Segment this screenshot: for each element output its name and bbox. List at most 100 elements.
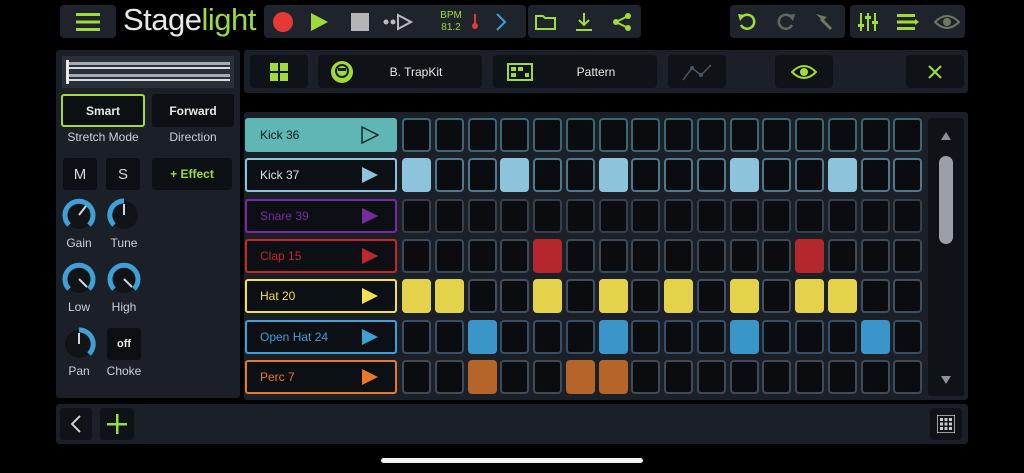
- step-cell[interactable]: [795, 319, 824, 354]
- step-cell[interactable]: [762, 158, 792, 193]
- step-cell[interactable]: [664, 158, 693, 193]
- step-cell[interactable]: [729, 158, 759, 193]
- step-cell[interactable]: [533, 279, 562, 314]
- add-effect-button[interactable]: + Effect: [152, 158, 232, 190]
- step-cell[interactable]: [860, 198, 890, 233]
- step-cell[interactable]: [664, 359, 693, 394]
- step-cell[interactable]: [434, 319, 464, 354]
- step-cell[interactable]: [402, 198, 431, 233]
- close-button[interactable]: [906, 55, 964, 88]
- menu-button[interactable]: [60, 5, 116, 38]
- step-cell[interactable]: [893, 319, 923, 354]
- step-cell[interactable]: [729, 118, 759, 152]
- step-cell[interactable]: [434, 198, 464, 233]
- step-cell[interactable]: [827, 238, 857, 273]
- step-cell[interactable]: [402, 279, 431, 314]
- step-cell[interactable]: [533, 118, 562, 152]
- step-cell[interactable]: [500, 158, 530, 193]
- step-cell[interactable]: [664, 279, 693, 314]
- track-button[interactable]: Kick 36: [245, 118, 397, 152]
- step-cell[interactable]: [762, 198, 792, 233]
- step-cell[interactable]: [893, 198, 923, 233]
- mute-button[interactable]: M: [63, 158, 97, 190]
- step-cell[interactable]: [631, 198, 661, 233]
- step-cell[interactable]: [565, 198, 595, 233]
- step-cell[interactable]: [598, 158, 628, 193]
- step-cell[interactable]: [467, 359, 497, 394]
- play-button[interactable]: [306, 9, 332, 35]
- step-cell[interactable]: [762, 359, 792, 394]
- step-cell[interactable]: [631, 158, 661, 193]
- step-cell[interactable]: [795, 279, 824, 314]
- share-button[interactable]: [608, 9, 636, 35]
- scroll-thumb[interactable]: [939, 156, 953, 244]
- step-cell[interactable]: [664, 198, 693, 233]
- open-folder-button[interactable]: [532, 9, 560, 35]
- step-cell[interactable]: [434, 359, 464, 394]
- keypad-button[interactable]: [930, 408, 962, 440]
- step-cell[interactable]: [893, 118, 923, 152]
- mixer-button[interactable]: [854, 9, 882, 35]
- step-cell[interactable]: [729, 359, 759, 394]
- step-cell[interactable]: [827, 279, 857, 314]
- step-cell[interactable]: [696, 279, 726, 314]
- tune-knob[interactable]: [105, 196, 143, 234]
- step-cell[interactable]: [696, 238, 726, 273]
- step-cell[interactable]: [795, 158, 824, 193]
- step-cell[interactable]: [598, 238, 628, 273]
- step-cell[interactable]: [860, 118, 890, 152]
- step-cell[interactable]: [598, 198, 628, 233]
- gain-knob[interactable]: [60, 196, 98, 234]
- step-cell[interactable]: [533, 158, 562, 193]
- step-cell[interactable]: [729, 279, 759, 314]
- pan-knob[interactable]: [60, 325, 98, 363]
- step-cell[interactable]: [533, 359, 562, 394]
- redo-button[interactable]: [772, 9, 800, 35]
- step-cell[interactable]: [696, 319, 726, 354]
- step-cell[interactable]: [598, 279, 628, 314]
- step-cell[interactable]: [860, 158, 890, 193]
- step-cell[interactable]: [467, 118, 497, 152]
- track-button[interactable]: Hat 20: [245, 279, 397, 314]
- stop-button[interactable]: [347, 9, 373, 35]
- step-cell[interactable]: [500, 118, 530, 152]
- step-cell[interactable]: [827, 359, 857, 394]
- step-cell[interactable]: [795, 238, 824, 273]
- step-cell[interactable]: [664, 238, 693, 273]
- step-cell[interactable]: [500, 359, 530, 394]
- solo-button[interactable]: S: [106, 158, 140, 190]
- step-cell[interactable]: [631, 118, 661, 152]
- step-cell[interactable]: [565, 158, 595, 193]
- step-cell[interactable]: [729, 198, 759, 233]
- step-cell[interactable]: [631, 279, 661, 314]
- track-button[interactable]: Snare 39: [245, 198, 397, 233]
- step-cell[interactable]: [598, 359, 628, 394]
- show-hide-button[interactable]: [775, 55, 833, 88]
- low-knob[interactable]: [60, 260, 98, 298]
- metronome-icon[interactable]: [471, 14, 479, 35]
- step-cell[interactable]: [500, 319, 530, 354]
- step-cell[interactable]: [696, 118, 726, 152]
- step-cell[interactable]: [762, 238, 792, 273]
- step-cell[interactable]: [402, 238, 431, 273]
- waveform-display[interactable]: [62, 56, 234, 88]
- step-cell[interactable]: [565, 359, 595, 394]
- step-cell[interactable]: [631, 238, 661, 273]
- kit-selector[interactable]: B. TrapKit: [318, 55, 482, 88]
- step-cell[interactable]: [860, 238, 890, 273]
- step-cell[interactable]: [860, 359, 890, 394]
- step-cell[interactable]: [893, 359, 923, 394]
- step-cell[interactable]: [402, 158, 431, 193]
- step-cell[interactable]: [860, 319, 890, 354]
- track-button[interactable]: Perc 7: [245, 359, 397, 394]
- step-cell[interactable]: [434, 158, 464, 193]
- step-cell[interactable]: [664, 319, 693, 354]
- track-button[interactable]: Kick 37: [245, 158, 397, 193]
- step-cell[interactable]: [860, 279, 890, 314]
- step-cell[interactable]: [533, 319, 562, 354]
- step-cell[interactable]: [827, 319, 857, 354]
- step-cell[interactable]: [565, 319, 595, 354]
- list-menu-button[interactable]: [894, 9, 922, 35]
- step-cell[interactable]: [467, 238, 497, 273]
- step-cell[interactable]: [598, 118, 628, 152]
